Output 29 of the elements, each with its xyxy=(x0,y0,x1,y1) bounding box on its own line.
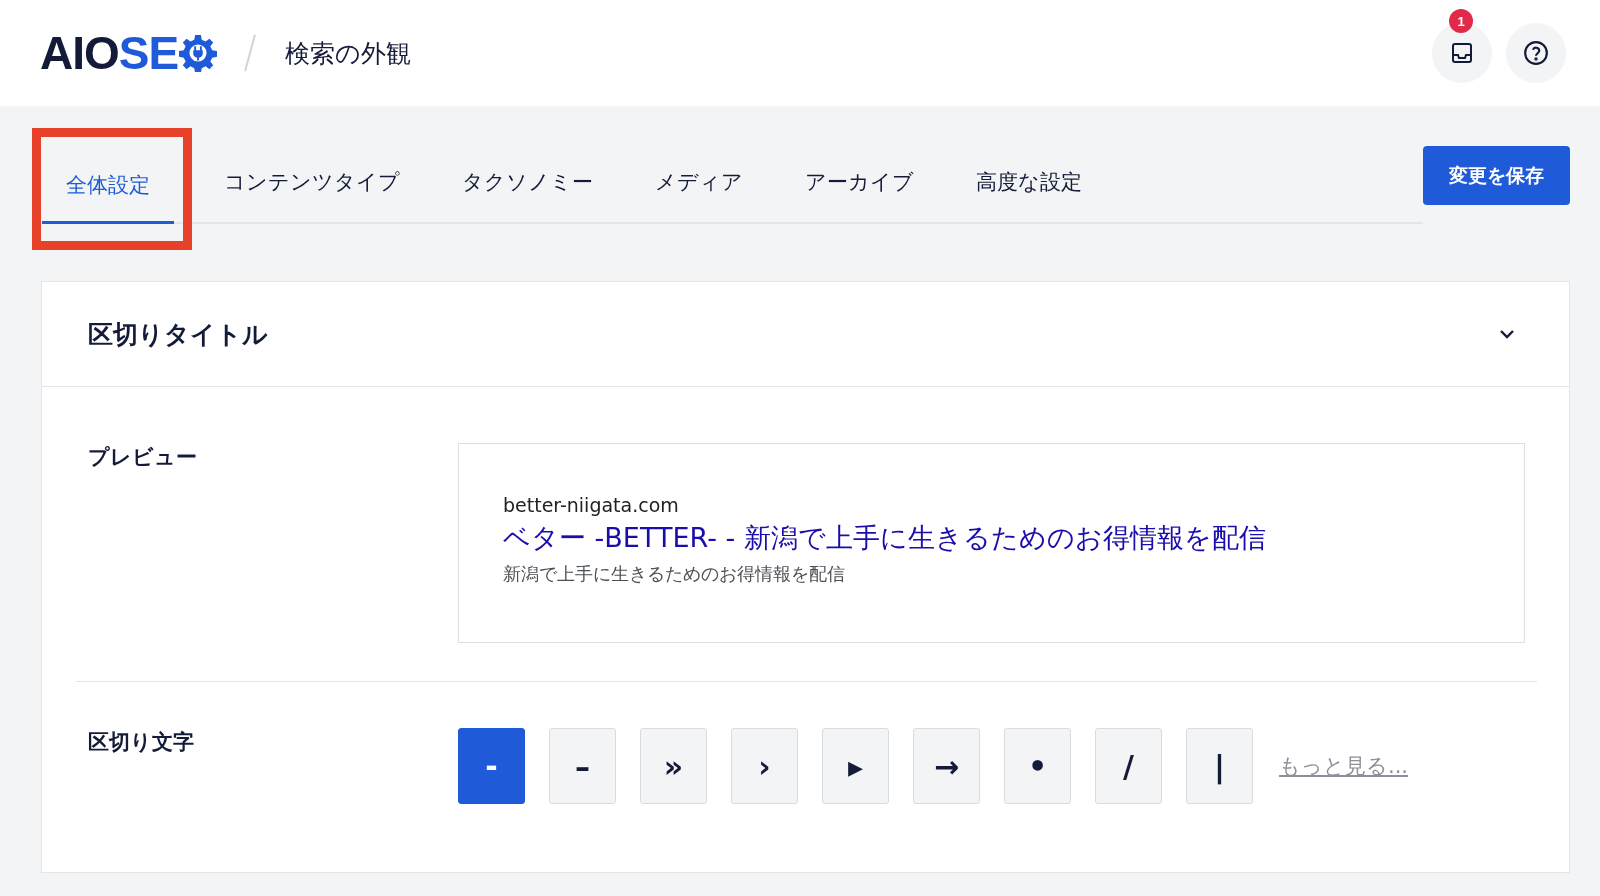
tab[interactable]: メディア xyxy=(629,148,755,224)
separator-option[interactable]: → xyxy=(913,728,980,804)
preview-url: better-niigata.com xyxy=(503,494,680,516)
separator-option[interactable]: | xyxy=(1186,728,1253,804)
separator-option[interactable]: / xyxy=(1095,728,1162,804)
tab[interactable]: コンテンツタイプ xyxy=(198,148,412,224)
preview-headline: ベター -BETTER- - 新潟で上手に生きるためのお得情報を配信 xyxy=(503,521,1267,555)
separator-option[interactable]: - xyxy=(458,728,525,804)
logo-text: AIO xyxy=(40,26,119,80)
separator-option[interactable]: » xyxy=(640,728,707,804)
separator-label: 区切り文字 xyxy=(88,729,195,756)
tab[interactable]: 高度な設定 xyxy=(950,148,1094,224)
tab[interactable]: 全体設定 xyxy=(42,148,174,224)
tab[interactable]: タクソノミー xyxy=(436,148,605,224)
separator-option[interactable]: › xyxy=(731,728,798,804)
separator-option[interactable]: – xyxy=(549,728,616,804)
separator-option[interactable]: ▸ xyxy=(822,728,889,804)
inbox-icon xyxy=(1450,41,1474,65)
save-button[interactable]: 変更を保存 xyxy=(1423,146,1570,205)
preview-label: プレビュー xyxy=(88,444,198,471)
separator-option[interactable]: • xyxy=(1004,728,1071,804)
help-icon xyxy=(1523,40,1549,66)
tab[interactable]: アーカイブ xyxy=(779,148,926,224)
notification-badge: 1 xyxy=(1449,9,1473,33)
card-title: 区切りタイトル xyxy=(88,318,268,351)
preview-description: 新潟で上手に生きるためのお得情報を配信 xyxy=(503,562,846,586)
page-title: 検索の外観 xyxy=(285,37,412,70)
logo-text: SE xyxy=(118,26,179,80)
gear-logo-icon xyxy=(179,34,218,72)
